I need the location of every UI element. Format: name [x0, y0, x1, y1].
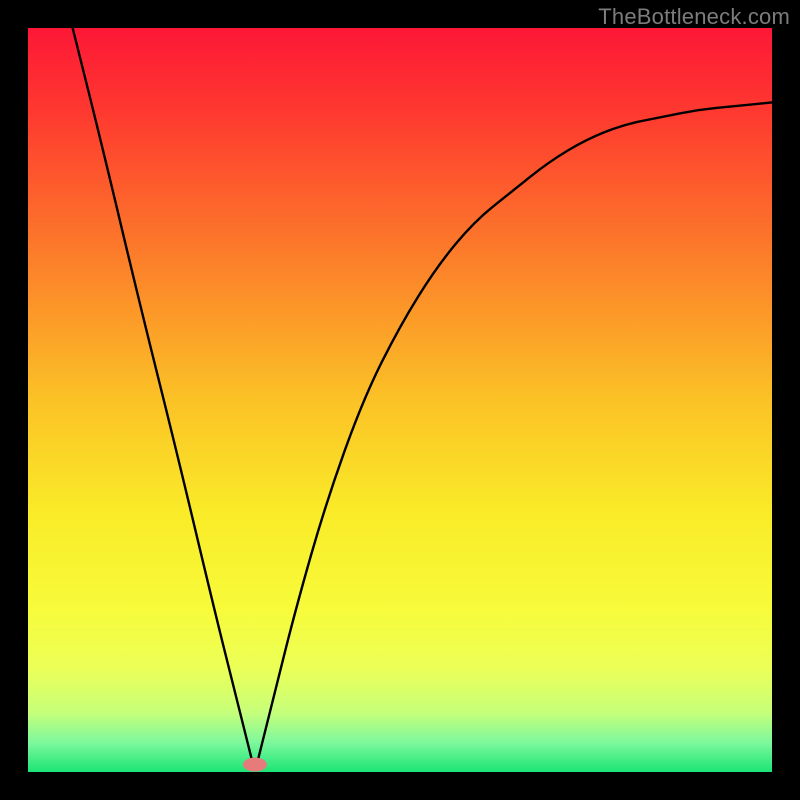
optimal-point-marker: [243, 758, 267, 772]
watermark-text: TheBottleneck.com: [598, 4, 790, 30]
chart-svg: [28, 28, 772, 772]
plot-area: [28, 28, 772, 772]
chart-container: TheBottleneck.com: [0, 0, 800, 800]
chart-frame: [0, 0, 800, 800]
